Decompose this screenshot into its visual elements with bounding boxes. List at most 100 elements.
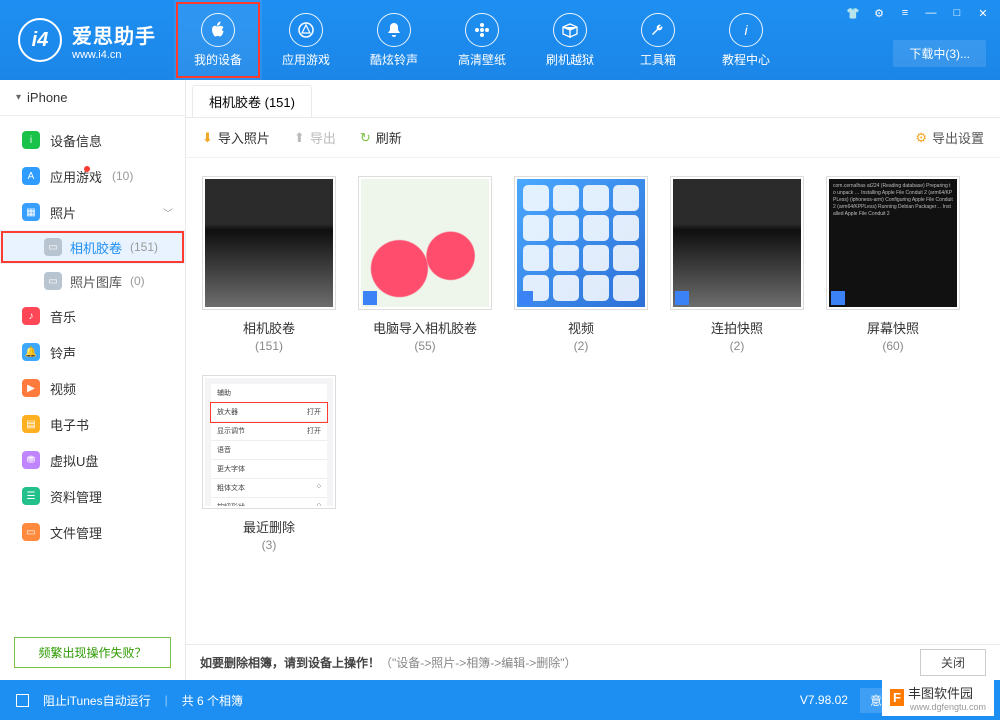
album-count: (2) (730, 339, 745, 353)
album-item[interactable]: 视频 (2) (514, 176, 648, 353)
import-icon: ⬇ (202, 130, 213, 146)
album-name: 视频 (568, 318, 594, 337)
sidebar: ▾ iPhone i设备信息A应用游戏(10)▦照片﹀▭相机胶卷 (151)▭照… (0, 80, 186, 680)
album-name: 屏幕快照 (867, 318, 919, 337)
album-grid: 相机胶卷(151) 电脑导入相机胶卷 (55) 视频 (2) 连拍快照 (2) com.cer… (186, 158, 1000, 644)
block-itunes-label: 阻止iTunes自动运行 (43, 692, 151, 709)
svg-text:i: i (744, 22, 748, 38)
tab-camera-roll[interactable]: 相机胶卷 (151) (192, 85, 312, 117)
close-button[interactable]: 关闭 (920, 649, 986, 676)
nav-info[interactable]: i 教程中心 (702, 0, 790, 80)
main-panel: 相机胶卷 (151) ⬇ 导入照片 ⬆ 导出 ↻ 刷新 ⚙ 导出设置 相机胶卷(… (186, 80, 1000, 680)
import-button[interactable]: ⬇ 导入照片 (202, 128, 270, 147)
nav-appstore[interactable]: 应用游戏 (262, 0, 350, 80)
album-count: (151) (255, 339, 283, 353)
sidebar-item[interactable]: ▦照片﹀ (0, 194, 185, 230)
wrench-icon (641, 13, 675, 47)
sidebar-item[interactable]: ⛃虚拟U盘 (0, 442, 185, 478)
menu-icon[interactable]: ≡ (898, 6, 912, 20)
album-thumb (202, 176, 336, 310)
settings-icon[interactable]: ⚙ (872, 6, 886, 20)
album-thumb: com.cernalhas at224 (Reading database) P… (826, 176, 960, 310)
shortcut-icon (831, 291, 845, 305)
sidebar-item[interactable]: ♪音乐 (0, 298, 185, 334)
sidebar-icon: ▭ (22, 523, 40, 541)
delete-hint: 如要删除相簿，请到设备上操作！（"设备->照片->相簿->编辑->删除"） (200, 654, 577, 671)
tab-bar: 相机胶卷 (151) (186, 80, 1000, 118)
logo: i4 爱思助手 www.i4.cn (0, 18, 174, 62)
folder-icon: ▭ (44, 272, 62, 290)
close-icon[interactable]: ✕ (976, 6, 990, 20)
album-name: 电脑导入相机胶卷 (373, 318, 477, 337)
box-icon (553, 13, 587, 47)
album-item[interactable]: com.cernalhas at224 (Reading database) P… (826, 176, 960, 353)
shortcut-icon (363, 291, 377, 305)
sidebar-item[interactable]: ▤电子书 (0, 406, 185, 442)
nav-bell[interactable]: 酷炫铃声 (350, 0, 438, 80)
album-item[interactable]: 辅助放大器打开显示调节打开语音更大字体粗体文本○按钮形状○降低透明度最近删除(3… (202, 375, 336, 552)
shortcut-icon (519, 291, 533, 305)
sidebar-icon: 🔔 (22, 343, 40, 361)
sidebar-icon: ♪ (22, 307, 40, 325)
download-status-button[interactable]: 下载中(3)... (893, 40, 986, 67)
sidebar-subitem[interactable]: ▭相机胶卷 (151) (0, 230, 185, 264)
sidebar-item[interactable]: A应用游戏(10) (0, 158, 185, 194)
sidebar-item[interactable]: ▶视频 (0, 370, 185, 406)
sidebar-icon: i (22, 131, 40, 149)
sidebar-icon: A (22, 167, 40, 185)
nav-label: 教程中心 (722, 51, 770, 68)
album-thumb (514, 176, 648, 310)
hint-bar: 如要删除相簿，请到设备上操作！（"设备->照片->相簿->编辑->删除"） 关闭 (186, 644, 1000, 680)
album-name: 连拍快照 (711, 318, 763, 337)
sidebar-subitem[interactable]: ▭照片图库 (0) (0, 264, 185, 298)
top-nav: 我的设备 应用游戏酷炫铃声 高清壁纸 刷机越狱 工具箱 i 教程中心 (174, 0, 790, 80)
chevron-down-icon: ﹀ (163, 205, 173, 220)
sidebar-item[interactable]: 🔔铃声 (0, 334, 185, 370)
nav-box[interactable]: 刷机越狱 (526, 0, 614, 80)
device-selector[interactable]: ▾ iPhone (0, 80, 185, 116)
nav-label: 酷炫铃声 (370, 51, 418, 68)
window-controls: 👕 ⚙ ≡ — □ ✕ (846, 6, 990, 20)
nav-label: 工具箱 (640, 51, 676, 68)
album-count: (55) (414, 339, 435, 353)
nav-flower[interactable]: 高清壁纸 (438, 0, 526, 80)
flower-icon (465, 13, 499, 47)
nav-label: 我的设备 (194, 51, 242, 68)
export-button[interactable]: ⬆ 导出 (294, 128, 336, 147)
export-settings-button[interactable]: ⚙ 导出设置 (915, 128, 984, 147)
album-count: (2) (574, 339, 589, 353)
album-item[interactable]: 电脑导入相机胶卷 (55) (358, 176, 492, 353)
sidebar-icon: ☰ (22, 487, 40, 505)
minimize-icon[interactable]: — (924, 6, 938, 20)
sidebar-icon: ▦ (22, 203, 40, 221)
nav-apple[interactable]: 我的设备 (174, 0, 262, 80)
device-name: iPhone (27, 90, 67, 105)
nav-label: 刷机越狱 (546, 51, 594, 68)
version-label: V7.98.02 (800, 693, 848, 707)
app-url: www.i4.cn (72, 49, 156, 61)
refresh-icon: ↻ (360, 130, 371, 146)
logo-icon: i4 (18, 18, 62, 62)
maximize-icon[interactable]: □ (950, 6, 964, 20)
export-icon: ⬆ (294, 130, 305, 146)
sidebar-icon: ▤ (22, 415, 40, 433)
sidebar-icon: ▶ (22, 379, 40, 397)
sidebar-item[interactable]: ☰资料管理 (0, 478, 185, 514)
album-thumb: 辅助放大器打开显示调节打开语音更大字体粗体文本○按钮形状○降低透明度 (202, 375, 336, 509)
sidebar-item[interactable]: i设备信息 (0, 122, 185, 158)
apple-icon (201, 13, 235, 47)
block-itunes-checkbox[interactable] (16, 694, 29, 707)
refresh-button[interactable]: ↻ 刷新 (360, 128, 402, 147)
nav-label: 高清壁纸 (458, 51, 506, 68)
sidebar-item[interactable]: ▭文件管理 (0, 514, 185, 550)
nav-wrench[interactable]: 工具箱 (614, 0, 702, 80)
album-item[interactable]: 相机胶卷(151) (202, 176, 336, 353)
album-item[interactable]: 连拍快照 (2) (670, 176, 804, 353)
sidebar-icon: ⛃ (22, 451, 40, 469)
folder-icon: ▭ (44, 238, 62, 256)
help-link[interactable]: 频繁出现操作失败？ (14, 637, 171, 668)
watermark: F 丰图软件园www.dgfengtu.com (882, 679, 994, 716)
gear-icon: ⚙ (915, 130, 927, 146)
skin-icon[interactable]: 👕 (846, 6, 860, 20)
album-count-summary: 共 6 个相簿 (182, 692, 243, 709)
